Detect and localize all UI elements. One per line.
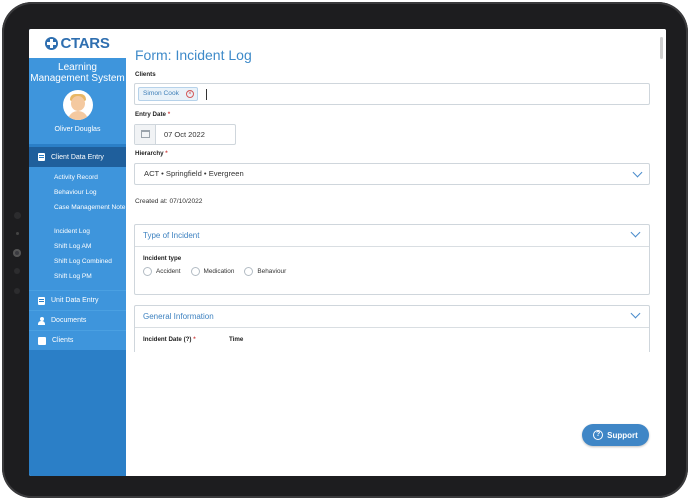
hierarchy-value: ACT • Springfield • Evergreen bbox=[144, 169, 244, 178]
support-button[interactable]: ? Support bbox=[582, 424, 649, 446]
avatar-body bbox=[67, 111, 88, 120]
sidebar-section-clients[interactable]: Clients bbox=[29, 330, 126, 350]
sidebar-item-shift-log-pm[interactable]: Shift Log PM bbox=[29, 271, 126, 286]
form-area: Form: Incident Log Clients Simon Cook × … bbox=[126, 29, 666, 365]
required-mark: * bbox=[167, 111, 171, 118]
entry-date-label-text: Entry Date bbox=[135, 111, 166, 118]
avatar-face bbox=[70, 96, 85, 111]
radio-medication[interactable]: Medication bbox=[190, 267, 235, 276]
blank-area bbox=[126, 352, 666, 476]
sidebar-item-case-management-note[interactable]: Case Management Note bbox=[29, 202, 126, 226]
clients-label: Clients bbox=[135, 71, 156, 78]
sidebar-section-client-data-entry[interactable]: Client Data Entry bbox=[29, 147, 126, 167]
sensor-dot bbox=[14, 268, 20, 274]
chevron-down-icon bbox=[630, 227, 641, 238]
avatar[interactable] bbox=[62, 90, 93, 120]
entry-date-label: Entry Date * bbox=[135, 111, 170, 118]
radio-accident[interactable]: Accident bbox=[143, 267, 181, 276]
sensor-dot bbox=[14, 288, 20, 294]
scrollbar[interactable] bbox=[660, 37, 663, 59]
system-title: Learning Management System bbox=[30, 62, 125, 84]
radio-label: Medication bbox=[203, 268, 235, 275]
page-title: Form: Incident Log bbox=[135, 47, 252, 63]
radio-label: Behaviour bbox=[257, 268, 287, 275]
sidebar-other-sections: Unit Data Entry Documents Clients bbox=[29, 290, 126, 350]
sidebar-item-shift-log-am[interactable]: Shift Log AM bbox=[29, 241, 126, 256]
sidebar-section-documents[interactable]: Documents bbox=[29, 310, 126, 330]
text-cursor bbox=[206, 89, 207, 100]
person-icon bbox=[38, 316, 45, 325]
ctars-logo[interactable]: CTARS bbox=[45, 35, 110, 52]
panel-title: Type of Incident bbox=[143, 231, 200, 240]
sidebar-section-label: Client Data Entry bbox=[51, 153, 104, 161]
calendar-button[interactable] bbox=[135, 125, 156, 144]
sensor-dot bbox=[16, 232, 19, 235]
client-chip[interactable]: Simon Cook × bbox=[138, 87, 198, 101]
client-chip-label: Simon Cook bbox=[143, 90, 179, 97]
sidebar-section-unit-data-entry[interactable]: Unit Data Entry bbox=[29, 290, 126, 310]
user-name[interactable]: Oliver Douglas bbox=[29, 126, 126, 133]
client-data-entry-submenu: Activity Record Behaviour Log Case Manag… bbox=[29, 167, 126, 290]
user-panel: Learning Management System Oliver Dougla… bbox=[29, 58, 126, 144]
entry-date-value: 07 Oct 2022 bbox=[164, 130, 205, 139]
clients-input[interactable]: Simon Cook × bbox=[134, 83, 650, 105]
camera-dot bbox=[14, 212, 21, 219]
question-icon: ? bbox=[593, 430, 604, 440]
radio-circle[interactable] bbox=[190, 267, 200, 276]
sidebar-item-incident-log[interactable]: Incident Log bbox=[29, 226, 126, 241]
created-at: Created at: 07/10/2022 bbox=[135, 198, 203, 205]
remove-chip-icon[interactable]: × bbox=[185, 90, 194, 98]
main-content: Form: Incident Log Clients Simon Cook × … bbox=[126, 29, 666, 476]
required-mark: * bbox=[193, 336, 196, 343]
logo-text: CTARS bbox=[60, 35, 110, 52]
sidebar-section-label: Clients bbox=[52, 337, 74, 344]
general-information-header[interactable]: General Information bbox=[135, 306, 649, 328]
sidebar-section-label: Documents bbox=[51, 317, 87, 324]
cards-icon bbox=[38, 336, 46, 345]
incident-type-options: Accident Medication Behaviour bbox=[143, 267, 286, 276]
tablet-frame: CTARS Learning Management System Oliver … bbox=[2, 2, 688, 498]
document-icon bbox=[38, 296, 45, 305]
incident-type-label: Incident type bbox=[143, 255, 182, 262]
time-label: Time bbox=[229, 336, 244, 343]
logo-cross-icon bbox=[45, 37, 59, 50]
sidebar: CTARS Learning Management System Oliver … bbox=[29, 29, 126, 476]
calendar-icon bbox=[141, 130, 150, 138]
logo-area: CTARS bbox=[29, 29, 126, 58]
type-of-incident-panel: Type of Incident Incident type Accident bbox=[134, 224, 650, 295]
chevron-down-icon bbox=[632, 167, 643, 178]
camera-lens bbox=[13, 249, 21, 257]
type-of-incident-header[interactable]: Type of Incident bbox=[135, 225, 649, 247]
support-label: Support bbox=[607, 430, 638, 440]
entry-date-field[interactable]: 07 Oct 2022 bbox=[134, 124, 236, 145]
required-mark: * bbox=[165, 150, 168, 157]
hierarchy-label-text: Hierarchy bbox=[135, 150, 164, 157]
radio-label: Accident bbox=[156, 268, 181, 275]
sidebar-section-label: Unit Data Entry bbox=[51, 297, 99, 304]
sidebar-item-activity-record[interactable]: Activity Record bbox=[29, 172, 126, 187]
sidebar-item-behaviour-log[interactable]: Behaviour Log bbox=[29, 187, 126, 202]
radio-behaviour[interactable]: Behaviour bbox=[244, 267, 286, 276]
hierarchy-label: Hierarchy * bbox=[135, 150, 168, 157]
radio-circle[interactable] bbox=[244, 267, 254, 276]
incident-date-label: Incident Date (?) * bbox=[143, 336, 196, 343]
hierarchy-select[interactable]: ACT • Springfield • Evergreen bbox=[134, 163, 650, 185]
chevron-down-icon bbox=[630, 308, 641, 319]
panel-title: General Information bbox=[143, 312, 214, 321]
document-icon bbox=[38, 153, 45, 161]
tablet-screen: CTARS Learning Management System Oliver … bbox=[29, 29, 666, 476]
sidebar-item-shift-log-combined[interactable]: Shift Log Combined bbox=[29, 256, 126, 271]
incident-date-label-text: Incident Date (?) bbox=[143, 336, 192, 343]
radio-circle[interactable] bbox=[143, 267, 152, 276]
